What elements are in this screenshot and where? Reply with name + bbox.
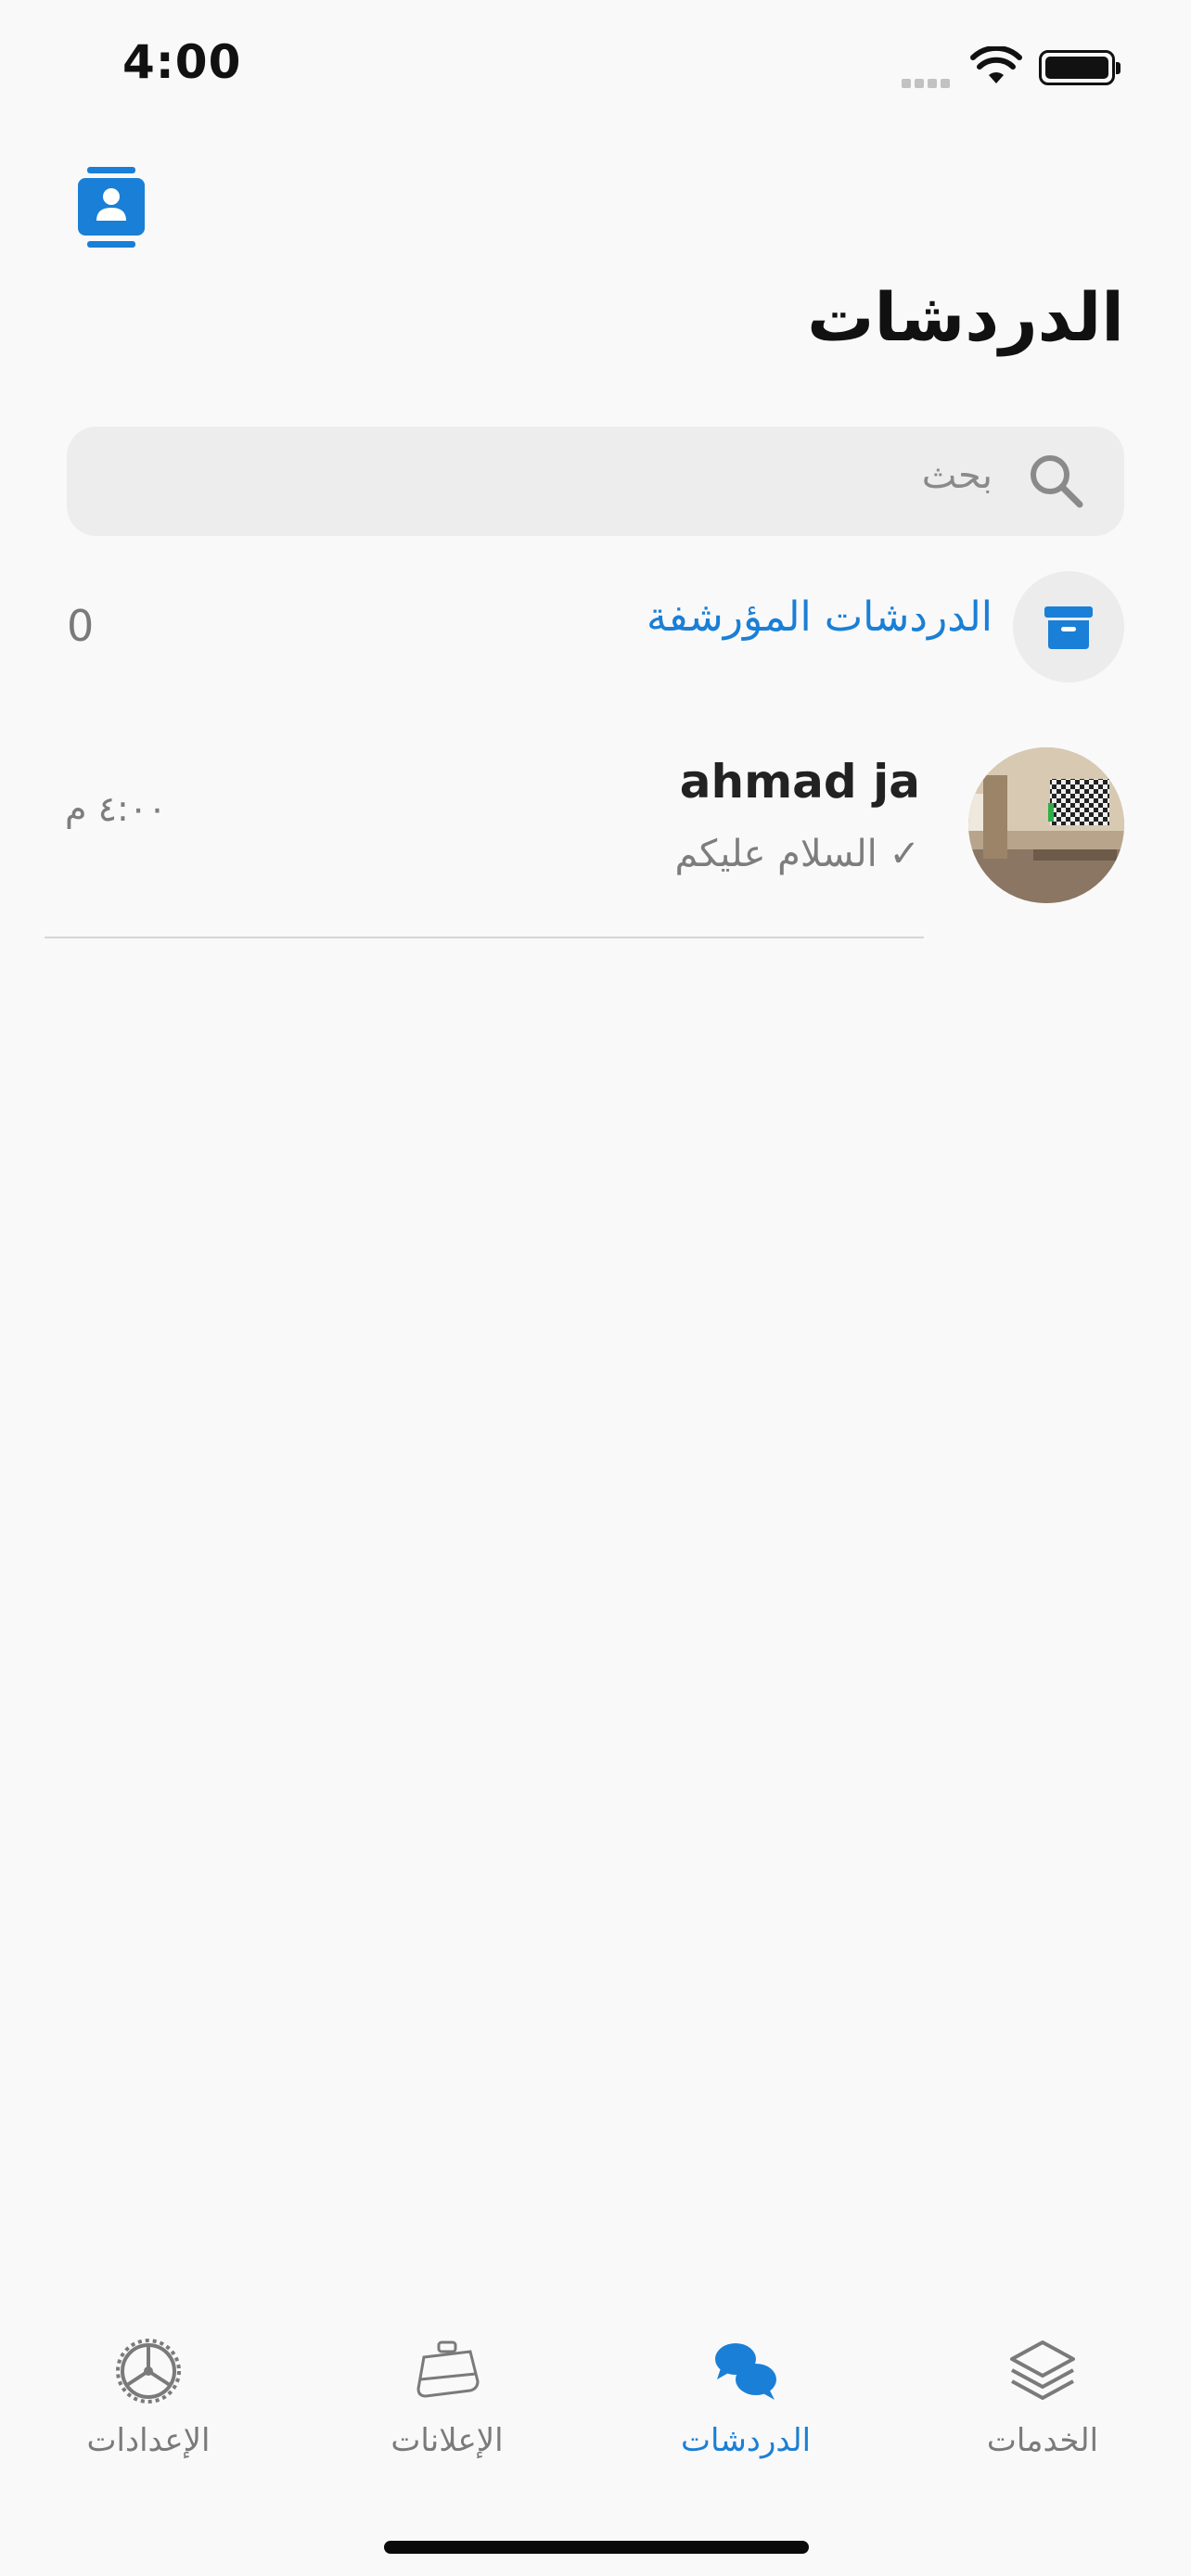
wifi-icon (970, 46, 1022, 83)
tab-label: الخدمات (986, 2422, 1099, 2459)
tab-label: الدردشات (680, 2422, 812, 2459)
cellular-signal-icon (902, 74, 957, 88)
battery-icon (1039, 50, 1121, 85)
archived-chats-button[interactable] (1013, 571, 1124, 682)
tab-label: الإعدادات (86, 2422, 211, 2459)
chat-preview: ✓ السلام عليكم (674, 833, 920, 875)
tab-services[interactable]: الخدمات (950, 2337, 1135, 2459)
room-photo-icon (968, 747, 1124, 903)
avatar (968, 747, 1124, 903)
chat-bubbles-icon (715, 2343, 776, 2400)
tab-ads[interactable]: الإعلانات (354, 2337, 540, 2459)
layers-icon (1010, 2340, 1075, 2400)
divider (45, 937, 924, 938)
archived-chats-label[interactable]: الدردشات المؤرشفة (647, 593, 992, 641)
search-bar[interactable]: بحث (67, 427, 1124, 536)
gear-icon (116, 2339, 181, 2404)
search-icon (1031, 455, 1083, 508)
chat-name: ahmad ja (679, 755, 920, 809)
home-indicator (384, 2541, 809, 2554)
chat-list-item[interactable]: ahmad ja ✓ السلام عليكم ٤:٠٠ م (45, 742, 1124, 938)
chat-time: ٤:٠٠ م (65, 788, 167, 829)
archive-box-icon (1044, 606, 1093, 649)
search-input[interactable]: بحث (922, 454, 992, 497)
tab-settings[interactable]: الإعدادات (56, 2337, 241, 2459)
status-time: 4:00 (122, 35, 242, 89)
tab-label: الإعلانات (391, 2422, 504, 2459)
briefcase-icon (416, 2340, 480, 2398)
page-title: الدردشات (807, 278, 1124, 356)
archived-count: 0 (67, 601, 95, 651)
tab-chats[interactable]: الدردشات (653, 2337, 839, 2459)
contacts-icon[interactable] (78, 167, 145, 249)
